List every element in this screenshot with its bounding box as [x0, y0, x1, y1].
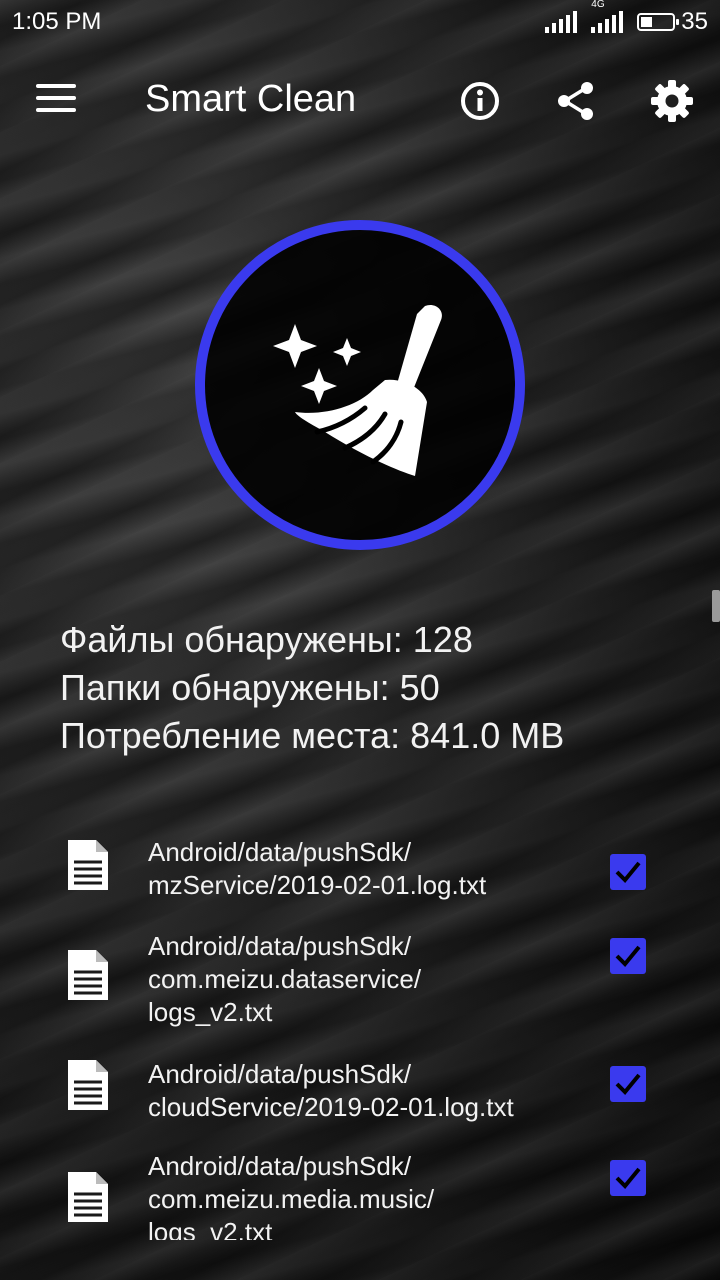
network-label: 4G — [591, 0, 605, 10]
clean-button[interactable] — [195, 220, 525, 550]
file-path: Android/data/pushSdk/ com.meizu.dataserv… — [148, 931, 422, 1027]
file-path: Android/data/pushSdk/ cloudService/2019-… — [148, 1059, 514, 1122]
battery-tip — [676, 19, 680, 25]
file-icon — [68, 1060, 108, 1110]
space-used-label: Потребление места: 841.0 MB — [60, 715, 565, 756]
battery-icon — [637, 13, 680, 31]
battery-level: 35 — [681, 8, 708, 35]
scrollbar-handle[interactable] — [712, 590, 720, 622]
file-list: Android/data/pushSdk/ mzService/2019-02-… — [0, 824, 720, 1240]
folders-found-label: Папки обнаружены: 50 — [60, 667, 440, 708]
battery-indicator: 35 — [637, 8, 708, 36]
share-icon[interactable] — [554, 79, 598, 123]
file-checkbox[interactable] — [610, 1160, 646, 1196]
gear-icon[interactable] — [650, 79, 694, 123]
file-checkbox[interactable] — [610, 1066, 646, 1102]
file-icon — [68, 1172, 108, 1222]
app-title: Smart Clean — [145, 78, 357, 120]
file-checkbox[interactable] — [610, 854, 646, 890]
menu-icon[interactable] — [36, 84, 76, 118]
info-icon[interactable] — [458, 79, 502, 123]
file-icon — [68, 840, 108, 890]
file-checkbox[interactable] — [610, 938, 646, 974]
file-path: Android/data/pushSdk/ com.meizu.media.mu… — [148, 1151, 435, 1240]
scan-stats: Файлы обнаружены: 128 Папки обнаружены: … — [60, 616, 564, 760]
signal-icon-secondary — [591, 11, 624, 33]
broom-sparkles-icon — [273, 304, 442, 476]
status-bar: 1:05 PM 4G 35 — [0, 0, 720, 44]
signal-icon — [545, 11, 578, 33]
file-path: Android/data/pushSdk/ mzService/2019-02-… — [148, 837, 487, 900]
battery-fill — [641, 17, 652, 27]
file-icon — [68, 950, 108, 1000]
network-indicator: 4G — [591, 0, 624, 33]
files-found-label: Файлы обнаружены: 128 — [60, 619, 473, 660]
toolbar: Smart Clean — [0, 66, 720, 136]
status-time: 1:05 PM — [12, 8, 102, 35]
status-icons: 4G 35 — [545, 0, 708, 36]
